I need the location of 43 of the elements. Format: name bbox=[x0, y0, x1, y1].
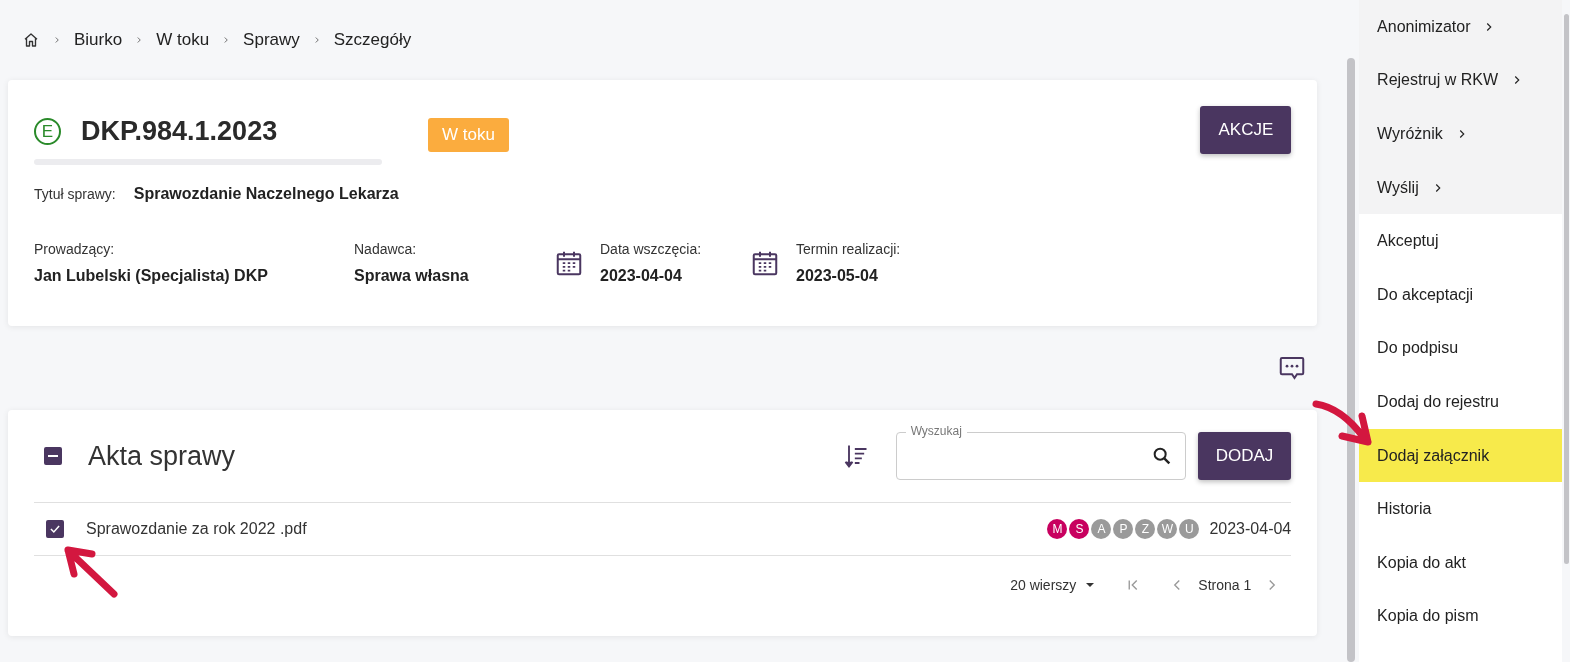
checkbox[interactable] bbox=[46, 520, 64, 538]
rows-per-page-select[interactable]: 20 wierszy bbox=[1010, 577, 1099, 593]
field-value: Jan Lubelski (Specjalista) DKP bbox=[34, 267, 268, 285]
file-name[interactable]: Sprawozdanie za rok 2022 .pdf bbox=[86, 520, 307, 538]
field-label: Wyszukaj bbox=[905, 424, 967, 439]
section-title: Akta sprawy bbox=[88, 440, 236, 472]
status-flag: P bbox=[1113, 519, 1134, 539]
scrollbar[interactable] bbox=[1347, 58, 1356, 662]
field-label: Data wszczęcia: bbox=[600, 241, 702, 257]
status-flag: W bbox=[1157, 519, 1178, 539]
status-flag: Z bbox=[1135, 519, 1156, 539]
select-all-checkbox[interactable] bbox=[44, 447, 62, 465]
menu-item[interactable]: Dodaj załącznik bbox=[1359, 428, 1563, 483]
case-type-badge: E bbox=[34, 118, 61, 145]
menu-item[interactable]: Anonimizator bbox=[1359, 0, 1563, 54]
menu-item[interactable]: Rejestruj w RKW bbox=[1359, 53, 1563, 108]
status-flag: S bbox=[1069, 519, 1090, 539]
field-label: Tytuł sprawy: bbox=[34, 186, 116, 202]
case-number: DKP.984.1.2023 bbox=[81, 116, 278, 147]
page-label: Strona 1 bbox=[1198, 577, 1252, 593]
add-button[interactable]: DODAJ bbox=[1197, 432, 1292, 480]
breadcrumb-link[interactable]: W toku bbox=[156, 30, 210, 50]
field-label: Prowadzący: bbox=[34, 241, 116, 257]
field-label: Termin realizacji: bbox=[796, 241, 901, 257]
field-value: 2023-05-04 bbox=[796, 267, 879, 285]
breadcrumb-link[interactable]: Szczegóły bbox=[333, 30, 412, 50]
actions-button[interactable]: AKCJE bbox=[1200, 106, 1292, 154]
field-value: Sprawa własna bbox=[354, 267, 469, 285]
status-flag: A bbox=[1091, 519, 1112, 539]
status-flag: M bbox=[1047, 519, 1068, 539]
breadcrumb-link[interactable]: Biurko bbox=[74, 30, 123, 50]
case-title: Sprawozdanie Naczelnego Lekarza bbox=[133, 185, 399, 203]
menu-item[interactable]: Wyróżnik bbox=[1359, 107, 1563, 161]
breadcrumb-link[interactable]: Sprawy bbox=[243, 30, 300, 50]
status-flag: U bbox=[1179, 519, 1200, 539]
home-icon[interactable] bbox=[22, 31, 40, 49]
field-value: 2023-04-04 bbox=[600, 267, 683, 285]
menu-item[interactable]: Wyślij bbox=[1359, 160, 1563, 215]
annotation-arrow bbox=[1312, 398, 1372, 448]
scrollbar[interactable] bbox=[1564, 14, 1570, 564]
field-label: Nadawca: bbox=[354, 241, 418, 257]
file-date: 2023-04-04 bbox=[1209, 520, 1292, 538]
status-tag: W toku bbox=[428, 118, 509, 152]
